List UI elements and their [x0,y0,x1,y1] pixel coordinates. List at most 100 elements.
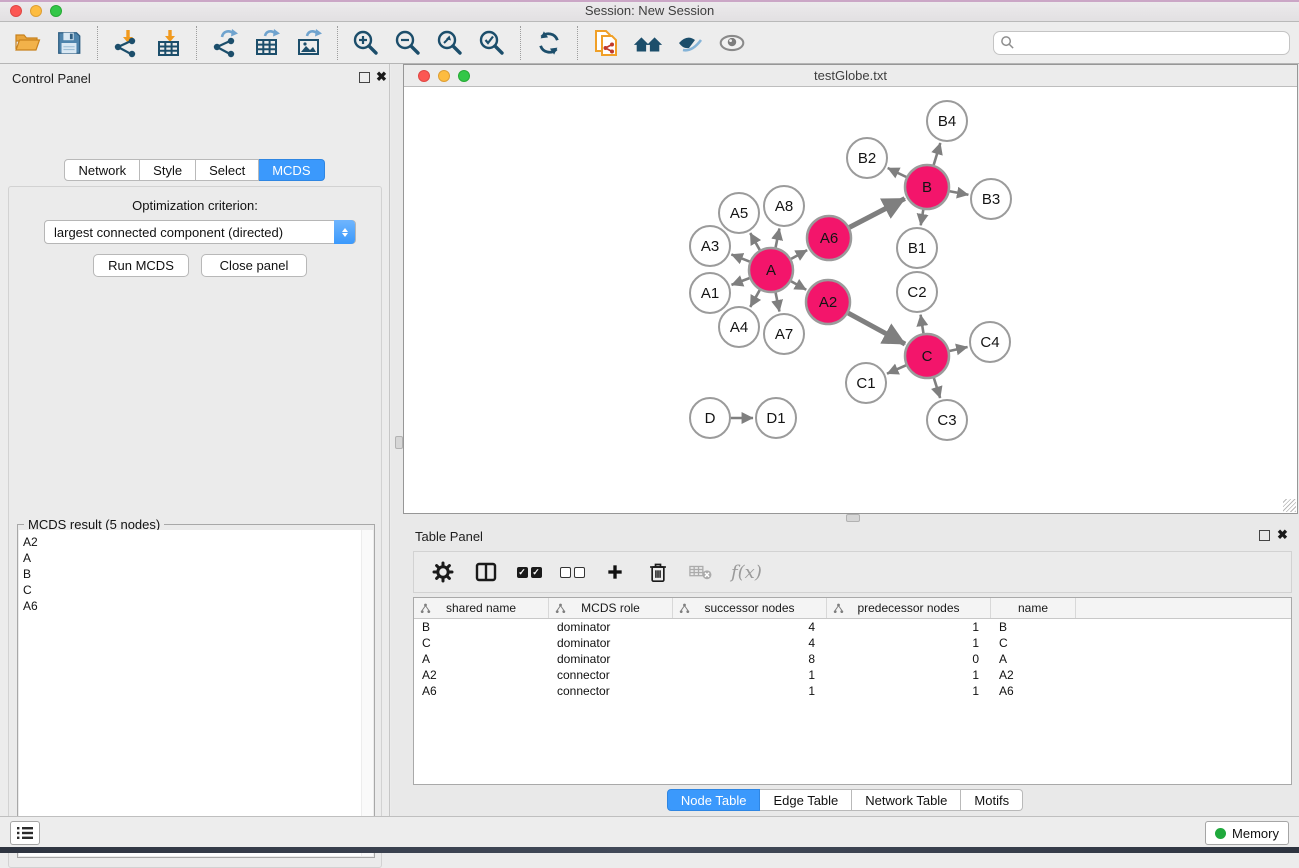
import-network-button[interactable] [109,26,143,60]
table-cell[interactable]: 4 [673,619,827,635]
table-cell[interactable]: C [414,635,549,651]
unselect-all-columns-button[interactable] [559,559,585,585]
table-row[interactable]: Bdominator41B [414,619,1291,635]
zoom-out-button[interactable] [391,26,425,60]
tab-select[interactable]: Select [196,159,259,181]
table-row[interactable]: Adominator80A [414,651,1291,667]
column-header-shared-name[interactable]: shared name [414,598,549,618]
zoom-in-button[interactable] [349,26,383,60]
close-panel-icon[interactable]: ✖ [376,69,387,85]
graph-node-A1[interactable]: A1 [690,273,730,313]
table-cell[interactable]: dominator [549,619,673,635]
column-header-MCDS-role[interactable]: MCDS role [549,598,673,618]
graph-node-C[interactable]: C [905,334,949,378]
table-float-icon[interactable] [1259,530,1270,541]
column-header-successor-nodes[interactable]: successor nodes [673,598,827,618]
table-cell[interactable]: dominator [549,635,673,651]
graph-node-C2[interactable]: C2 [897,272,937,312]
table-cell[interactable]: B [414,619,549,635]
table-cell[interactable]: 1 [827,683,991,699]
mcds-result-item[interactable]: A [19,550,361,566]
vertical-splitter-handle[interactable] [395,436,403,449]
save-session-button[interactable] [52,26,86,60]
graph-node-A3[interactable]: A3 [690,226,730,266]
import-table-button[interactable] [151,26,185,60]
graph-node-B4[interactable]: B4 [927,101,967,141]
refresh-view-button[interactable] [532,26,566,60]
tab-node-table[interactable]: Node Table [667,789,761,811]
table-cell[interactable]: 8 [673,651,827,667]
tab-motifs[interactable]: Motifs [961,789,1023,811]
table-cell[interactable]: 1 [673,683,827,699]
table-cell[interactable]: 1 [827,635,991,651]
table-row[interactable]: Cdominator41C [414,635,1291,651]
graph-node-A5[interactable]: A5 [719,193,759,233]
create-column-button[interactable] [602,559,628,585]
result-scrollbar[interactable] [361,530,373,856]
table-cell[interactable]: connector [549,683,673,699]
hide-details-button[interactable] [673,26,707,60]
show-columns-button[interactable] [473,559,499,585]
delete-column-button[interactable] [645,559,671,585]
table-row[interactable]: A2connector11A2 [414,667,1291,683]
graph-node-B[interactable]: B [905,165,949,209]
search-input[interactable] [1015,35,1283,50]
table-cell[interactable]: A [991,651,1076,667]
graph-node-B2[interactable]: B2 [847,138,887,178]
graph-node-B1[interactable]: B1 [897,228,937,268]
mcds-result-item[interactable]: C [19,582,361,598]
function-builder-button[interactable]: f(x) [731,562,762,583]
optimization-criterion-select[interactable]: largest connected component (directed) [44,220,356,244]
table-cell[interactable]: A2 [991,667,1076,683]
table-cell[interactable]: 1 [673,667,827,683]
table-cell[interactable]: A6 [414,683,549,699]
export-image-button[interactable] [292,26,326,60]
column-header-predecessor-nodes[interactable]: predecessor nodes [827,598,991,618]
graph-node-A[interactable]: A [749,248,793,292]
table-cell[interactable]: A2 [414,667,549,683]
home-views-button[interactable] [631,26,665,60]
table-cell[interactable]: 1 [827,619,991,635]
table-row[interactable]: A6connector11A6 [414,683,1291,699]
graph-node-B3[interactable]: B3 [971,179,1011,219]
select-all-columns-button[interactable]: ✓✓ [516,559,542,585]
memory-button[interactable]: Memory [1205,821,1289,845]
network-canvas[interactable]: B4B2BB3A8A5A6A3B1AC2A1A2A4A7C4CC1DD1C3 [404,87,1297,513]
graph-node-A4[interactable]: A4 [719,307,759,347]
tab-style[interactable]: Style [140,159,196,181]
table-cell[interactable]: B [991,619,1076,635]
table-cell[interactable]: A [414,651,549,667]
graph-node-A7[interactable]: A7 [764,314,804,354]
mcds-result-item[interactable]: A6 [19,598,361,614]
table-cell[interactable]: 4 [673,635,827,651]
graph-node-D[interactable]: D [690,398,730,438]
tab-network-table[interactable]: Network Table [852,789,961,811]
graph-node-A8[interactable]: A8 [764,186,804,226]
run-mcds-button[interactable]: Run MCDS [93,254,189,277]
zoom-fit-button[interactable] [433,26,467,60]
mcds-result-item[interactable]: A2 [19,534,361,550]
table-cell[interactable]: C [991,635,1076,651]
graph-node-D1[interactable]: D1 [756,398,796,438]
table-cell[interactable]: A6 [991,683,1076,699]
graph-node-C1[interactable]: C1 [846,363,886,403]
table-cell[interactable]: dominator [549,651,673,667]
export-network-button[interactable] [208,26,242,60]
resize-grip-icon[interactable] [1283,499,1296,512]
float-panel-icon[interactable] [359,72,370,83]
mcds-result-item[interactable]: B [19,566,361,582]
search-field[interactable] [993,31,1290,55]
table-cell[interactable]: 0 [827,651,991,667]
tab-edge-table[interactable]: Edge Table [760,789,852,811]
tab-mcds[interactable]: MCDS [259,159,324,181]
table-close-icon[interactable]: ✖ [1277,527,1288,543]
task-history-button[interactable] [10,821,40,845]
graph-node-C4[interactable]: C4 [970,322,1010,362]
table-cell[interactable]: connector [549,667,673,683]
table-settings-button[interactable] [430,559,456,585]
zoom-selected-button[interactable] [475,26,509,60]
delete-table-button[interactable] [688,559,714,585]
tab-network[interactable]: Network [64,159,140,181]
export-table-button[interactable] [250,26,284,60]
show-details-button[interactable] [715,26,749,60]
